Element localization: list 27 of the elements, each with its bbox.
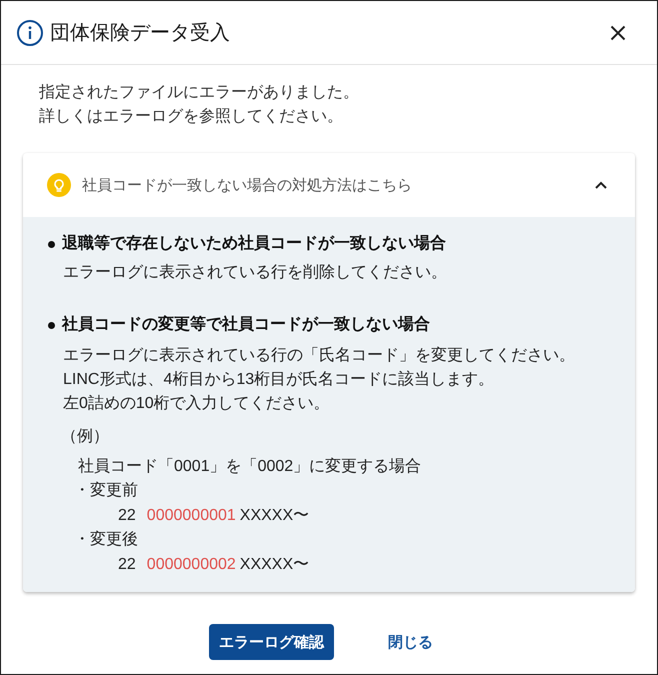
dialog-title: 団体保険データ受入 <box>50 21 231 46</box>
message-text: 指定されたファイルにエラーがありました。 <box>39 82 360 103</box>
case-label: ・変更後 <box>74 530 139 550</box>
name-code: 0000000002 <box>146 554 236 574</box>
section-heading: 社員コードの変更等で社員コードが一致しない場合 <box>62 314 430 335</box>
message-text: 詳しくはエラーログを参照してください。 <box>39 106 344 127</box>
example-title: 社員コード「0001」を「0002」に変更する場合 <box>78 456 422 477</box>
bullet-icon <box>48 240 55 248</box>
name-code: 0000000001 <box>146 506 236 526</box>
record-rest: XXXXX〜 <box>240 554 310 574</box>
instruction-text: エラーログに表示されている行を削除してください。 <box>63 262 448 283</box>
error-log-button[interactable]: エラーログ確認 <box>209 624 334 660</box>
record-prefix: 22 <box>118 554 136 574</box>
info-icon <box>17 20 43 46</box>
instruction-text: 左0詰めの10桁で入力してください。 <box>63 394 331 414</box>
section-heading: 退職等で存在しないため社員コードが一致しない場合 <box>62 233 446 254</box>
close-text-button[interactable]: 閉じる <box>372 624 449 660</box>
instruction-text: LINC形式は、4桁目から13桁目が氏名コードに該当します。 <box>63 370 496 390</box>
bullet-icon <box>48 322 55 328</box>
record-prefix: 22 <box>118 506 136 526</box>
lightbulb-icon <box>47 173 71 197</box>
case-label: ・変更前 <box>74 480 139 501</box>
close-icon <box>610 24 626 40</box>
example-label: （例） <box>61 427 110 447</box>
instruction-text: エラーログに表示されている行の「氏名コード」を変更してください。 <box>63 346 576 366</box>
accordion-header[interactable]: 社員コードが一致しない場合の対処方法はこちら <box>23 153 635 217</box>
record-rest: XXXXX〜 <box>240 506 310 526</box>
